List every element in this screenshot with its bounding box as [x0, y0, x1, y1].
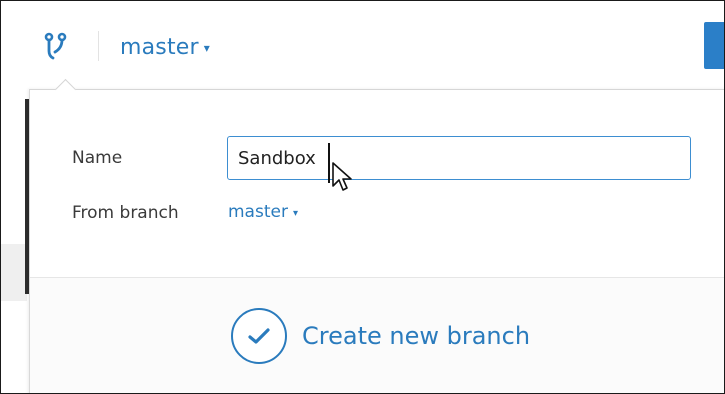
chevron-down-icon: ▾ [292, 207, 298, 219]
text-cursor [328, 143, 330, 183]
mouse-pointer-icon [332, 162, 352, 191]
name-label: Name [72, 148, 123, 168]
branch-name-input[interactable] [227, 136, 691, 180]
background-list-row [1, 244, 27, 301]
checkmark-icon [248, 328, 270, 344]
from-branch-label: From branch [72, 203, 179, 223]
background-list [1, 89, 29, 393]
create-branch-label: Create new branch [302, 322, 531, 350]
window-frame: master ▾ Name From branch master ▾ Cre [0, 0, 725, 394]
create-branch-popup: Name From branch master ▾ Create new bra… [29, 78, 724, 393]
primary-action-button[interactable] [704, 22, 724, 69]
popup-footer: Create new branch [30, 278, 724, 393]
checkmark-circle-icon [231, 308, 287, 364]
top-bar: master ▾ [1, 1, 724, 89]
current-branch-label: master [120, 34, 199, 60]
create-branch-button[interactable]: Create new branch [231, 308, 530, 364]
from-branch-dropdown[interactable]: master ▾ [228, 202, 298, 222]
chevron-down-icon: ▾ [203, 41, 210, 55]
toolbar-divider [98, 31, 99, 61]
branch-selector[interactable]: master ▾ [120, 32, 210, 62]
from-branch-value: master [228, 202, 288, 222]
git-branch-icon[interactable] [43, 32, 69, 62]
